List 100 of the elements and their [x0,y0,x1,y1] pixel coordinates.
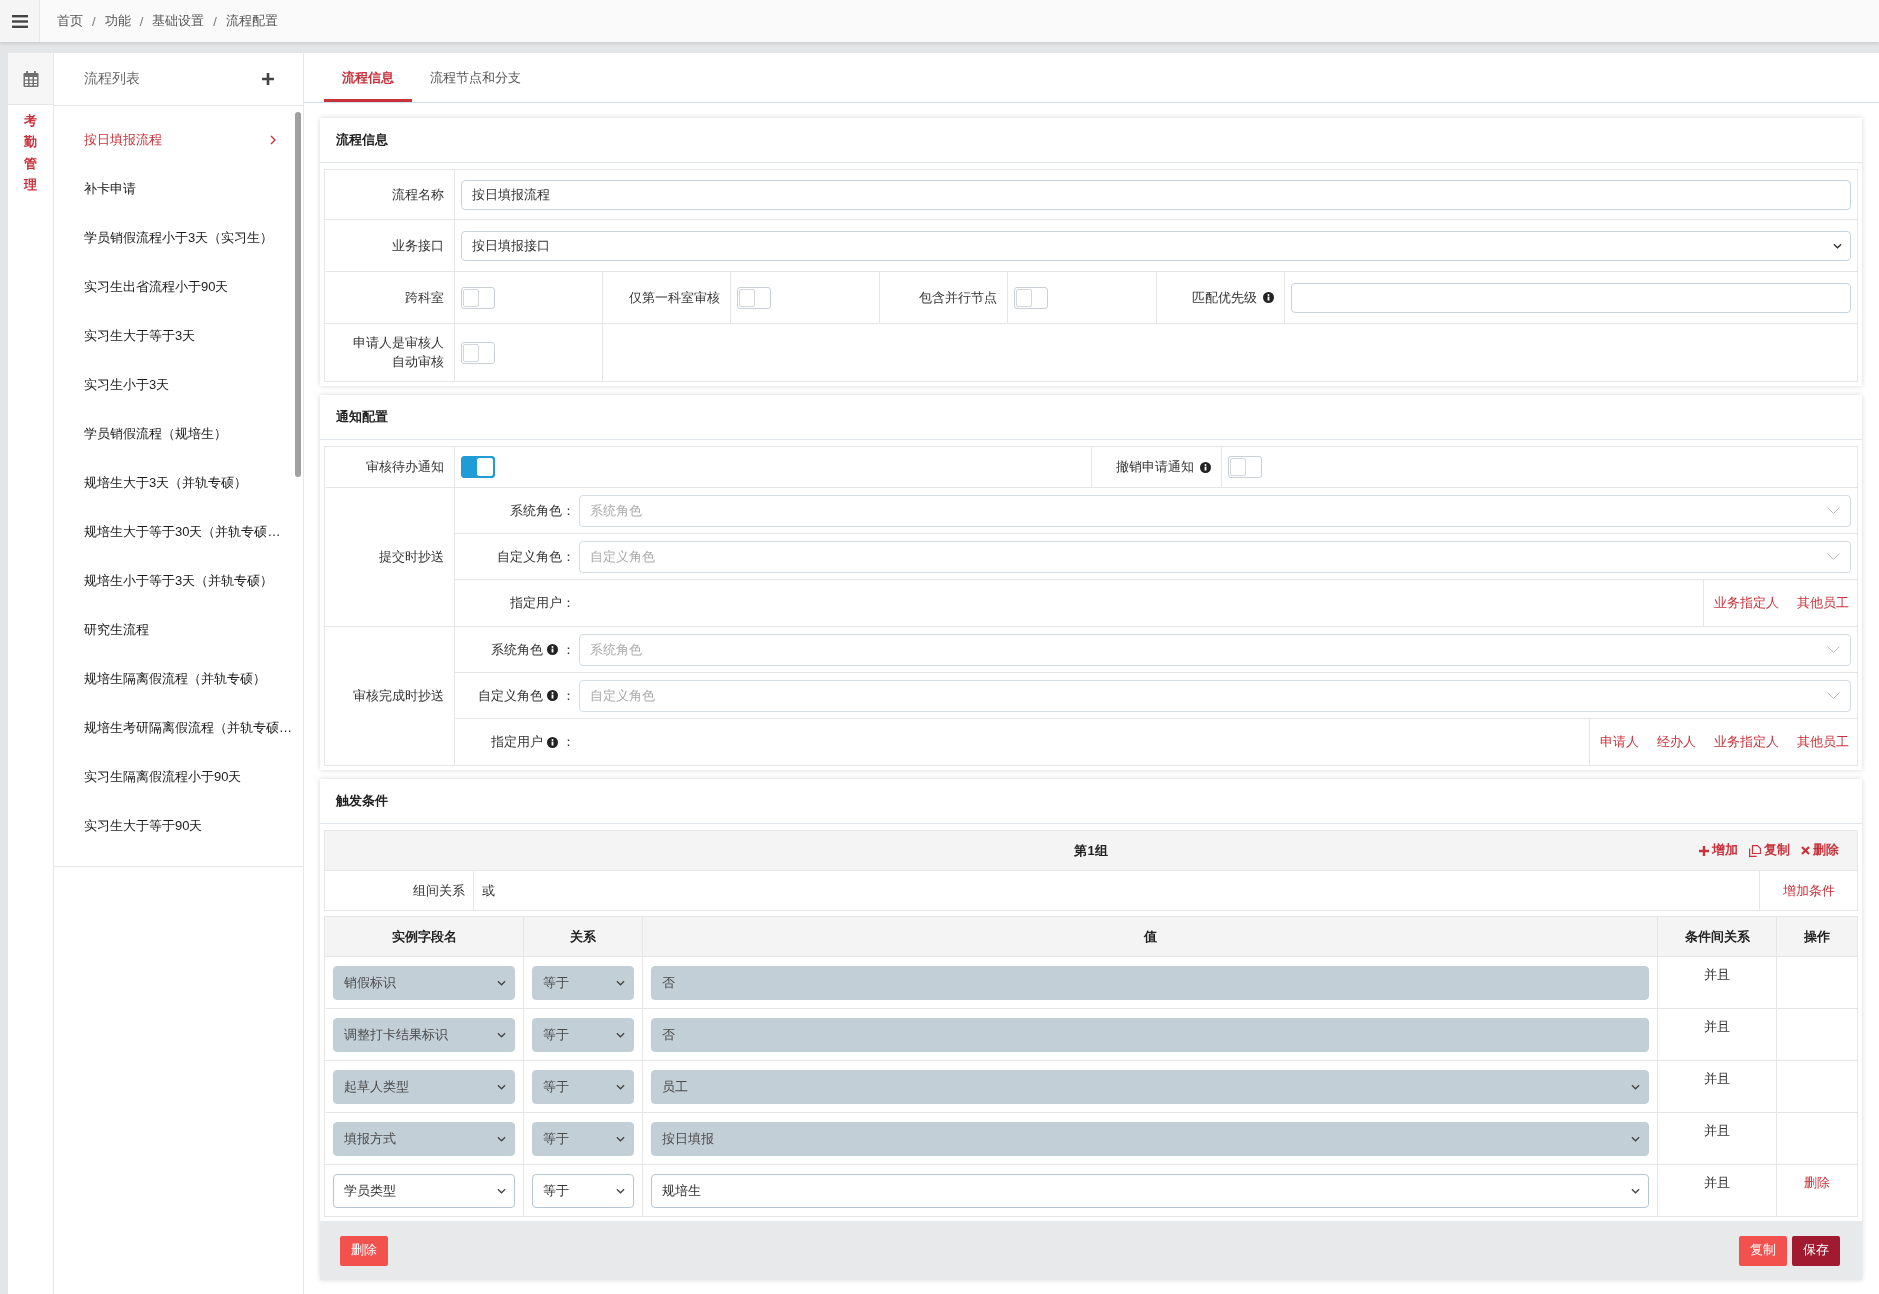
label-colon: ： [562,733,575,751]
caret-down-icon [1833,242,1842,249]
user-picker-link[interactable]: 业务指定人 [1714,733,1779,751]
user-picker-link[interactable]: 申请人 [1600,733,1639,751]
flow-list-item[interactable]: 规培生大于等于30天（并轨专硕… [54,507,303,556]
field-value: 或 [482,881,495,900]
plus-icon [262,73,274,85]
column-header: 值 [642,916,1658,957]
flow-list-item[interactable]: 规培生大于3天（并轨专硕） [54,458,303,507]
flow-list-item[interactable]: 规培生小于等于3天（并轨专硕） [54,556,303,605]
section-title: 触发条件 [336,792,388,810]
menu-button[interactable] [0,0,40,42]
toggle-switch[interactable] [1227,456,1262,478]
caret-down-icon [1631,1135,1640,1142]
delete-group-button[interactable]: 删除 [1801,842,1839,859]
user-picker-link[interactable]: 经办人 [1657,733,1696,751]
field-label: 系统角色 [491,640,543,659]
user-picker-link[interactable]: 其他员工 [1797,594,1849,612]
tab[interactable]: 流程节点和分支 [412,53,539,102]
caret-down-icon [497,1135,506,1142]
breadcrumb-separator: / [139,13,144,29]
logic-text: 并且 [1704,1019,1730,1034]
label-colon: ： [562,686,575,705]
caret-down-icon [1631,1187,1640,1194]
value-select[interactable]: 规培生 [651,1173,1649,1208]
interface-select[interactable]: 按日填报接口 [461,230,1851,261]
caret-down-icon [616,1135,625,1142]
breadcrumb-separator: / [213,13,217,29]
cross-icon [1801,846,1810,855]
side-nav-item[interactable]: 考勤管理 [24,110,37,196]
flow-list-item[interactable]: 规培生考研隔离假流程（并轨专硕… [54,703,303,752]
field-label: 跨科室 [405,289,444,305]
caret-down-icon [497,1083,506,1090]
name-input[interactable]: 按日填报流程 [461,179,1851,210]
logic-text: 并且 [1704,1071,1730,1086]
section-title: 流程信息 [336,131,388,149]
field-label: 系统角色： [510,501,575,520]
caret-down-icon [616,1083,625,1090]
save-button[interactable]: 保存 [1792,1235,1840,1266]
field-label: 审核完成时抄送 [353,687,444,705]
flow-list-item[interactable]: 实习生大于等于3天 [54,311,303,360]
field-label: 业务接口 [392,237,444,253]
field-label: 包含并行节点 [919,289,997,305]
logic-text: 并且 [1704,1175,1730,1190]
scrollbar-thumb[interactable] [295,112,301,477]
field-label: 指定用户： [510,594,575,612]
flow-list-item[interactable]: 研究生流程 [54,605,303,654]
flow-list-item[interactable]: 实习生隔离假流程小于90天 [54,752,303,801]
group-title: 第1组 [1074,841,1108,860]
flow-list-item[interactable]: 实习生大于等于90天 [54,801,303,850]
add-group-button[interactable]: 增加 [1699,842,1738,859]
toggle-switch[interactable] [461,456,495,478]
field-label: 申请人是审核人自动审核 [352,334,444,371]
flow-list-title: 流程列表 [84,70,140,88]
flow-list-item[interactable]: 规培生隔离假流程（并轨专硕） [54,654,303,703]
user-picker-link[interactable]: 其他员工 [1797,733,1849,751]
column-header: 关系 [523,916,643,957]
add-condition-link[interactable]: 增加条件 [1782,881,1835,900]
breadcrumb-link[interactable]: 基础设置 [152,12,205,30]
field-label: 指定用户 [491,733,543,751]
plus-icon [1699,845,1709,856]
copy-button[interactable]: 复制 [1739,1235,1787,1266]
add-flow-button[interactable] [262,73,274,85]
field-label: 自定义角色： [497,547,575,566]
field-label: 自定义角色 [478,686,543,705]
breadcrumb-link[interactable]: 首页 [57,12,83,30]
logic-text: 并且 [1704,967,1730,982]
field-label: 仅第一科室审核 [629,289,720,305]
user-picker-link[interactable]: 业务指定人 [1714,594,1779,612]
toggle-switch[interactable] [1014,286,1048,309]
caret-down-icon [616,1031,625,1038]
delete-button[interactable]: 删除 [340,1235,388,1266]
breadcrumb-link[interactable]: 功能 [104,12,131,30]
operator-select[interactable]: 等于 [532,1173,634,1208]
caret-down-icon [1827,646,1840,653]
logic-text: 并且 [1704,1123,1730,1138]
caret-down-icon [497,1031,506,1038]
field-select[interactable]: 学员类型 [333,1173,515,1208]
caret-down-icon [616,979,625,986]
calendar-nav-button[interactable] [8,53,53,105]
toggle-switch[interactable] [461,286,495,309]
chevron-right-icon [270,134,276,145]
flow-list-item[interactable]: 实习生小于3天 [54,360,303,409]
menu-icon [11,14,28,28]
column-header: 条件间关系 [1657,916,1777,957]
caret-down-icon [1631,1083,1640,1090]
column-header: 实例字段名 [324,916,524,957]
flow-list-item[interactable]: 补卡申请 [54,164,303,213]
copy-group-button[interactable]: 复制 [1749,842,1790,859]
priority-input[interactable] [1291,282,1851,313]
caret-down-icon [1827,553,1840,560]
field-label: 撤销申请通知 [1115,458,1194,476]
toggle-switch[interactable] [461,341,495,364]
caret-down-icon [1827,692,1840,699]
toggle-switch[interactable] [737,286,771,309]
delete-condition-link[interactable]: 删除 [1804,1175,1830,1190]
flow-list-item[interactable]: 学员销假流程小于3天（实习生） [54,213,303,262]
breadcrumb-current: 流程配置 [225,12,278,30]
flow-list-item[interactable]: 实习生出省流程小于90天 [54,262,303,311]
flow-list-item[interactable]: 学员销假流程（规培生） [54,409,303,458]
